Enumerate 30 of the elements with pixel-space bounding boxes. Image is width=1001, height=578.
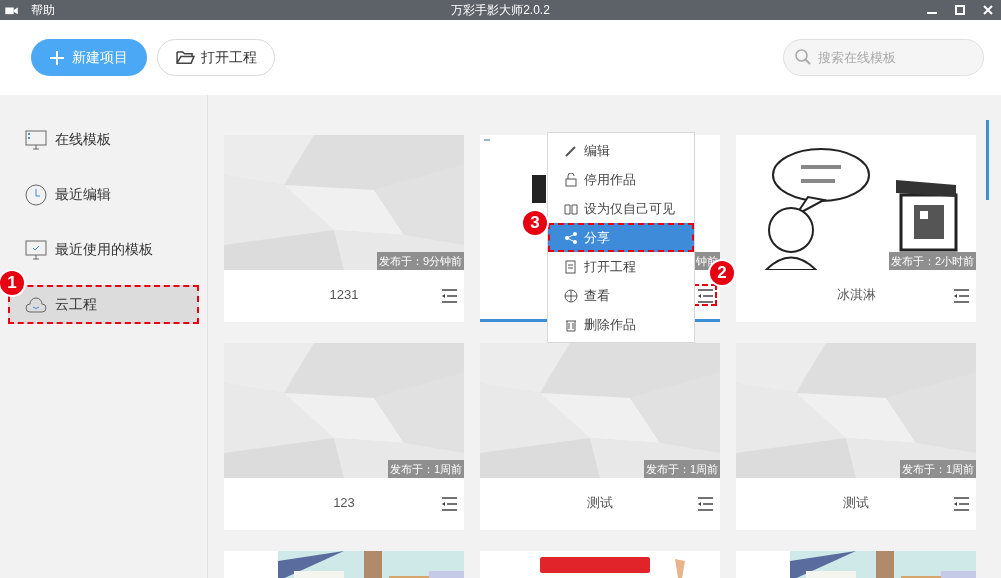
project-name: 冰淇淋 (836, 285, 876, 304)
project-name: 测试 (843, 493, 869, 512)
menu-item[interactable]: 停用作品 (548, 165, 694, 194)
menu-item[interactable]: 设为仅自己可见 (548, 194, 694, 223)
publish-time: 发布于：1周前 (899, 460, 976, 478)
menu-item[interactable]: 删除作品 (548, 310, 694, 339)
project-card[interactable]: 发布于：1周前 测试 (736, 343, 976, 530)
project-card[interactable]: 发布于：1周前 123 (224, 343, 464, 530)
help-menu[interactable]: 帮助 (31, 1, 55, 19)
sidebar-item[interactable]: 在线模板 (8, 120, 199, 159)
menu-item[interactable]: 分享 (548, 223, 694, 252)
publish-time: 发布于：1周前 (643, 460, 720, 478)
publish-time: 发布于：9分钟前 (376, 252, 464, 270)
project-name: 123 (333, 493, 355, 512)
publish-time: 发布于：1周前 (387, 460, 464, 478)
menu-item[interactable]: 编辑 (548, 136, 694, 165)
project-card[interactable]: 发布于：1周前 测试 (480, 343, 720, 530)
menu-item[interactable]: 打开工程 (548, 252, 694, 281)
menu-item[interactable]: 查看 (548, 281, 694, 310)
search-field[interactable]: 搜索在线模板 (783, 39, 984, 76)
publish-time: 发布于：2小时前 (888, 252, 976, 270)
open-project-button[interactable]: 打开工程 (157, 39, 275, 76)
project-name: 测试 (587, 493, 613, 512)
step-marker: 3 (523, 211, 547, 235)
project-name: 1231 (329, 285, 359, 304)
step-marker: 1 (0, 271, 24, 295)
window-title: 万彩手影大师2.0.2 (451, 2, 550, 19)
sidebar-item[interactable]: 最近使用的模板 (8, 230, 199, 269)
sidebar-item[interactable]: 最近编辑 (8, 175, 199, 214)
project-card[interactable]: 发布于：9分钟前 1231 (224, 135, 464, 322)
